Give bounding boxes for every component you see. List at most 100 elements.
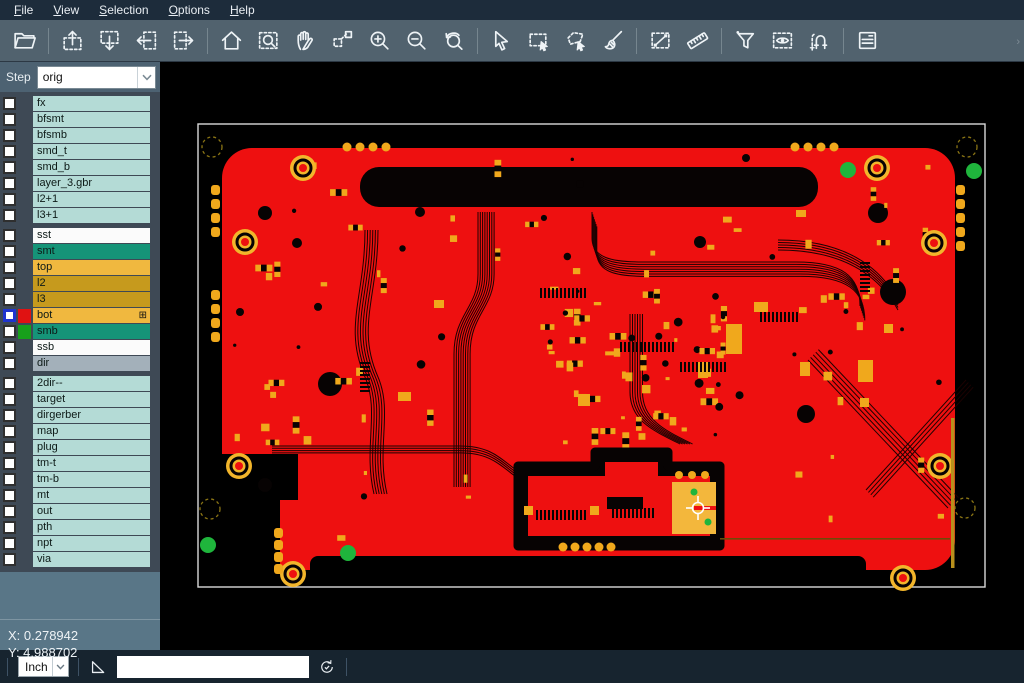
menu-item-options[interactable]: Options [159, 1, 220, 20]
layer-row-pth[interactable]: pth [0, 520, 160, 535]
toolbar-button-send-right[interactable] [165, 24, 202, 58]
layer-row-tm-b[interactable]: tm-b [0, 472, 160, 487]
command-input[interactable] [117, 656, 309, 678]
layer-row-tm-t[interactable]: tm-t [0, 456, 160, 471]
layer-row-dirgerber[interactable]: dirgerber [0, 408, 160, 423]
toolbar-button-open-folder[interactable] [6, 24, 43, 58]
layer-checkbox[interactable] [3, 409, 16, 422]
layer-checkbox[interactable] [3, 145, 16, 158]
step-dropdown[interactable]: orig [37, 66, 156, 89]
layer-row-ssb[interactable]: ssb [0, 340, 160, 355]
unit-dropdown-value: Inch [19, 660, 52, 674]
layer-checkbox[interactable] [3, 457, 16, 470]
toolbar-button-panel-list[interactable] [849, 24, 886, 58]
layer-row-dir[interactable]: dir [0, 356, 160, 371]
layer-row-map[interactable]: map [0, 424, 160, 439]
layer-checkbox[interactable] [3, 113, 16, 126]
menu-item-help[interactable]: Help [220, 1, 265, 20]
layer-row-bfsmt[interactable]: bfsmt [0, 112, 160, 127]
toolbar-button-ruler[interactable] [679, 24, 716, 58]
layer-row-via[interactable]: via [0, 552, 160, 567]
refresh-icon[interactable] [318, 658, 336, 676]
toolbar-button-zoom-region[interactable] [250, 24, 287, 58]
layer-checkbox[interactable] [3, 505, 16, 518]
layer-row-npt[interactable]: npt [0, 536, 160, 551]
layer-checkbox[interactable] [3, 97, 16, 110]
toolbar-button-zoom-in[interactable] [361, 24, 398, 58]
toolbar-button-zoom-out[interactable] [398, 24, 435, 58]
layer-row-smb[interactable]: smb [0, 324, 160, 339]
menu-item-view[interactable]: View [43, 1, 89, 20]
layer-checkbox[interactable] [3, 357, 16, 370]
layer-checkbox[interactable] [3, 537, 16, 550]
toolbar-overflow-chevron[interactable]: › [1016, 36, 1020, 48]
layer-checkbox[interactable] [3, 325, 16, 338]
layer-row-plug[interactable]: plug [0, 440, 160, 455]
layer-checkbox[interactable] [3, 393, 16, 406]
layer-checkbox[interactable] [3, 245, 16, 258]
menu-item-file[interactable]: File [4, 1, 43, 20]
toolbar-button-snap[interactable] [801, 24, 838, 58]
layer-color-cell [16, 324, 33, 339]
layer-label: top [33, 260, 150, 275]
layer-label: tm-t [33, 456, 150, 471]
layer-label: out [33, 504, 150, 519]
layer-checkbox[interactable] [3, 209, 16, 222]
layer-checkbox[interactable] [3, 261, 16, 274]
layer-checkbox[interactable] [3, 521, 16, 534]
layer-checkbox[interactable] [3, 425, 16, 438]
toolbar-button-select-pointer[interactable] [483, 24, 520, 58]
layer-row-bfsmb[interactable]: bfsmb [0, 128, 160, 143]
layer-label: map [33, 424, 150, 439]
layer-list: fxbfsmtbfsmbsmd_tsmd_blayer_3.gbrl2+1l3+… [0, 92, 160, 572]
layer-checkbox[interactable] [3, 277, 16, 290]
layer-row-top[interactable]: top [0, 260, 160, 275]
layer-row-layer-3-gbr[interactable]: layer_3.gbr [0, 176, 160, 191]
layer-row-smt[interactable]: smt [0, 244, 160, 259]
toolbar-button-home[interactable] [213, 24, 250, 58]
toolbar-button-zoom-previous[interactable] [435, 24, 472, 58]
layer-row-smd-b[interactable]: smd_b [0, 160, 160, 175]
toolbar-button-select-poly[interactable] [557, 24, 594, 58]
toolbar-button-send-up[interactable] [54, 24, 91, 58]
layer-checkbox[interactable] [3, 473, 16, 486]
toolbar-button-view-options[interactable] [764, 24, 801, 58]
toolbar-button-filter[interactable] [727, 24, 764, 58]
layer-row-out[interactable]: out [0, 504, 160, 519]
layer-checkbox[interactable] [3, 161, 16, 174]
pcb-canvas[interactable] [160, 62, 1024, 650]
toolbar-button-measure[interactable] [642, 24, 679, 58]
layer-checkbox[interactable] [3, 377, 16, 390]
layer-row-smd-t[interactable]: smd_t [0, 144, 160, 159]
toolbar-button-brush[interactable] [594, 24, 631, 58]
layer-checkbox[interactable] [3, 553, 16, 566]
layer-checkbox[interactable] [3, 177, 16, 190]
layer-row-sst[interactable]: sst [0, 228, 160, 243]
layer-checkbox[interactable] [3, 293, 16, 306]
layer-row-l2[interactable]: l2 [0, 276, 160, 291]
layer-row-l2+1[interactable]: l2+1 [0, 192, 160, 207]
layer-row-mt[interactable]: mt [0, 488, 160, 503]
layer-checkbox[interactable] [3, 193, 16, 206]
layer-checkbox[interactable] [3, 441, 16, 454]
layer-checkbox[interactable] [3, 229, 16, 242]
layer-row-target[interactable]: target [0, 392, 160, 407]
toolbar-button-send-left[interactable] [128, 24, 165, 58]
layer-color-cell [16, 308, 33, 323]
layer-row-l3+1[interactable]: l3+1 [0, 208, 160, 223]
layer-row-fx[interactable]: fx [0, 96, 160, 111]
layer-row-l3[interactable]: l3 [0, 292, 160, 307]
layer-checkbox[interactable] [3, 341, 16, 354]
menu-item-selection[interactable]: Selection [89, 1, 158, 20]
toolbar-button-send-down[interactable] [91, 24, 128, 58]
layer-checkbox[interactable] [3, 309, 16, 322]
toolbar-button-zoom-window[interactable] [324, 24, 361, 58]
select-poly-icon [563, 28, 588, 53]
layer-row-bot[interactable]: bot⊞ [0, 308, 160, 323]
corner-angle-icon[interactable] [89, 657, 108, 676]
toolbar-button-pan-hand[interactable] [287, 24, 324, 58]
toolbar-button-select-rect[interactable] [520, 24, 557, 58]
layer-checkbox[interactable] [3, 129, 16, 142]
layer-row-2dir--[interactable]: 2dir-- [0, 376, 160, 391]
layer-checkbox[interactable] [3, 489, 16, 502]
